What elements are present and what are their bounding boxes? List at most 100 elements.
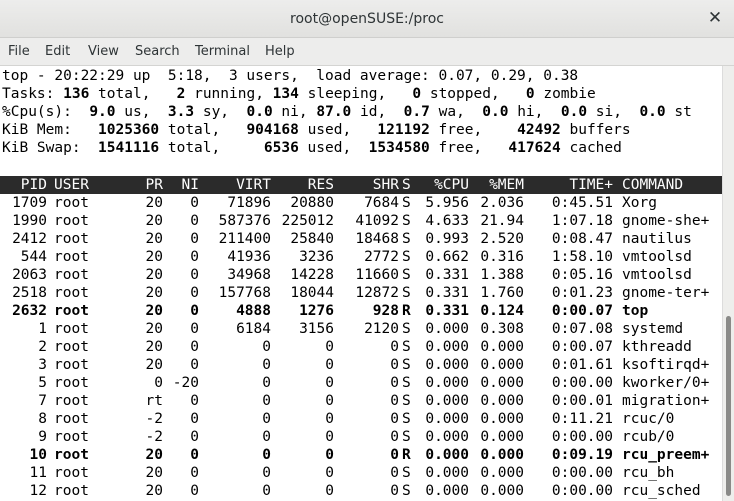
cell: 0 xyxy=(390,375,399,391)
cell: 3236 xyxy=(299,249,334,265)
cell: S xyxy=(402,195,411,211)
column-header: PR xyxy=(145,177,163,193)
menu-edit[interactable]: Edit xyxy=(45,44,70,59)
cell: 0 xyxy=(325,375,334,391)
cell: S xyxy=(402,375,411,391)
cell: S xyxy=(402,483,411,499)
cell: 0 xyxy=(190,393,199,409)
cell: 0.000 xyxy=(480,465,524,481)
cell: 0.000 xyxy=(425,357,469,373)
cell: 5 xyxy=(38,375,47,391)
terminal-output[interactable]: top - 20:22:29 up 5:18, 3 users, load av… xyxy=(0,66,722,501)
menu-help[interactable]: Help xyxy=(265,44,295,59)
cell: 3 xyxy=(38,357,47,373)
cell: 0:09.19 xyxy=(551,447,613,463)
summary-text: KiB Swap: xyxy=(2,140,99,156)
table-row: 2 root 20 0 0 0 0 S 0.000 0.000 0:00.07 kthreadd xyxy=(0,338,722,356)
summary-text: 0.7 xyxy=(403,104,430,120)
summary-text: 0.0 xyxy=(639,104,666,120)
cell: 2.520 xyxy=(480,231,524,247)
cell: rcu_preem+ xyxy=(622,447,710,463)
summary-text: hi, xyxy=(508,104,561,120)
terminal-window: root@openSUSE:/proc ✕ File Edit View Sea… xyxy=(0,0,734,501)
cell: -2 xyxy=(145,429,163,445)
cell: 0.000 xyxy=(425,483,469,499)
cell: 0:00.00 xyxy=(551,375,613,391)
cell: 0.331 xyxy=(425,285,469,301)
table-row: 1709 root 20 0 71896 20880 7684 S 5.956 2.036 0:45… xyxy=(0,194,722,212)
scrollbar-thumb[interactable] xyxy=(726,316,731,496)
column-header: %MEM xyxy=(489,177,524,193)
cell: 0:00.07 xyxy=(551,303,613,319)
table-row: 2063 root 20 0 34968 14228 11660 S 0.331 1.388 0:0… xyxy=(0,266,722,284)
cell: 544 xyxy=(20,249,47,265)
summary-text: 134 xyxy=(272,86,299,102)
cell: 20 xyxy=(145,465,163,481)
cell: R xyxy=(402,303,411,319)
close-icon[interactable]: ✕ xyxy=(705,8,725,28)
cell: 0:01.61 xyxy=(551,357,613,373)
cell: 0 xyxy=(325,393,334,409)
cell: gnome-she+ xyxy=(622,213,710,229)
cell: 0 xyxy=(390,411,399,427)
cell: S xyxy=(402,411,411,427)
cell: 0 xyxy=(190,231,199,247)
cell: ksoftirqd+ xyxy=(622,357,710,373)
table-row: 3 root 20 0 0 0 0 S 0.000 0.000 0:01.61 ksoftirqd+ xyxy=(0,356,722,374)
cell: 0:11.21 xyxy=(551,411,613,427)
cell: 2632 xyxy=(12,303,47,319)
table-row: 2632 root 20 0 4888 1276 928 R 0.331 0.124 0:00.07… xyxy=(0,302,722,320)
table-row: 2412 root 20 0 211400 25840 18468 S 0.993 2.520 0:… xyxy=(0,230,722,248)
cell: 0.000 xyxy=(425,321,469,337)
column-header: PID xyxy=(20,177,47,193)
cell: S xyxy=(402,321,411,337)
cell: systemd xyxy=(622,321,684,337)
cell: 0:08.47 xyxy=(551,231,613,247)
cell: gnome-ter+ xyxy=(622,285,710,301)
cell: S xyxy=(402,249,411,265)
cell: 8 xyxy=(38,411,47,427)
cell: 0 xyxy=(325,339,334,355)
summary-text: 3.3 xyxy=(167,104,195,120)
cell: R xyxy=(402,447,411,463)
cell: 0 xyxy=(262,339,271,355)
cell: 0 xyxy=(390,393,399,409)
cell: 12 xyxy=(29,483,47,499)
cell: migration+ xyxy=(622,393,710,409)
menu-bar: File Edit View Search Terminal Help xyxy=(0,38,734,66)
table-row: 1 root 20 0 6184 3156 2120 S 0.000 0.308 0:07.08 sy… xyxy=(0,320,722,338)
cell: kworker/0+ xyxy=(622,375,710,391)
menu-search[interactable]: Search xyxy=(135,44,180,59)
cell: 157768 xyxy=(218,285,271,301)
title-bar[interactable]: root@openSUSE:/proc ✕ xyxy=(0,0,734,38)
menu-view[interactable]: View xyxy=(88,44,119,59)
cell: 2772 xyxy=(364,249,399,265)
column-header: TIME+ xyxy=(569,177,613,193)
summary-text: 0 xyxy=(525,86,535,102)
cell: 0.316 xyxy=(480,249,524,265)
cell: vmtoolsd xyxy=(622,267,692,283)
cell: 0.000 xyxy=(480,447,524,463)
cell: S xyxy=(402,213,411,229)
menu-terminal[interactable]: Terminal xyxy=(195,44,250,59)
table-row: 7 root rt 0 0 0 0 S 0.000 0.000 0:00.01 migration+ xyxy=(0,392,722,410)
cell: 20 xyxy=(145,303,163,319)
cell: 0:45.51 xyxy=(551,195,613,211)
cell: 0 xyxy=(190,321,199,337)
summary-text: 0 xyxy=(412,86,422,102)
table-row: 8 root -2 0 0 0 0 S 0.000 0.000 0:11.21 rcuc/0 xyxy=(0,410,722,428)
summary-text: 121192 xyxy=(377,122,430,138)
summary-text: total, xyxy=(89,86,177,102)
summary-text: 417624 xyxy=(508,140,561,156)
cell: nautilus xyxy=(622,231,692,247)
scrollbar[interactable] xyxy=(722,66,734,501)
window-title: root@openSUSE:/proc xyxy=(290,11,444,27)
cell: top xyxy=(622,303,649,319)
cell: 1990 xyxy=(12,213,47,229)
menu-file[interactable]: File xyxy=(8,44,30,59)
cell: 0 xyxy=(325,483,334,499)
cell: 0 xyxy=(325,357,334,373)
summary-text: 6536 xyxy=(263,140,299,156)
summary-text: used, xyxy=(298,122,378,138)
cell: 1709 xyxy=(12,195,47,211)
